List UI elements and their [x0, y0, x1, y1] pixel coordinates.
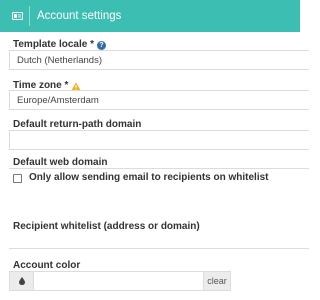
clear-button[interactable]: clear — [204, 271, 231, 291]
time-zone-value: Europe/Amsterdam — [17, 94, 99, 106]
whitelist-only-checkbox[interactable] — [13, 173, 22, 183]
time-zone-select[interactable]: Europe/Amsterdam — [9, 90, 309, 110]
panel-header: Account settings — [0, 0, 300, 32]
color-picker-button[interactable] — [9, 271, 34, 291]
id-card-icon — [12, 12, 23, 20]
panel-title: Account settings — [37, 10, 122, 22]
return-path-domain-input[interactable] — [9, 130, 309, 150]
account-color-row: clear — [9, 271, 300, 291]
recipient-whitelist-input[interactable] — [9, 232, 309, 249]
whitelist-only-label: Only allow sending email to recipients o… — [29, 172, 269, 183]
color-drop-icon — [18, 272, 25, 290]
header-divider — [29, 6, 30, 26]
whitelist-only-row[interactable]: Only allow sending email to recipients o… — [13, 172, 269, 184]
web-domain-input-edge — [9, 168, 309, 169]
account-color-input[interactable] — [34, 271, 204, 291]
help-icon[interactable]: ? — [96, 40, 106, 50]
template-locale-value: Dutch (Netherlands) — [17, 54, 103, 66]
template-locale-select[interactable]: Dutch (Netherlands) — [9, 50, 309, 70]
clear-button-label: clear — [207, 276, 227, 286]
web-domain-spacer — [9, 150, 309, 151]
